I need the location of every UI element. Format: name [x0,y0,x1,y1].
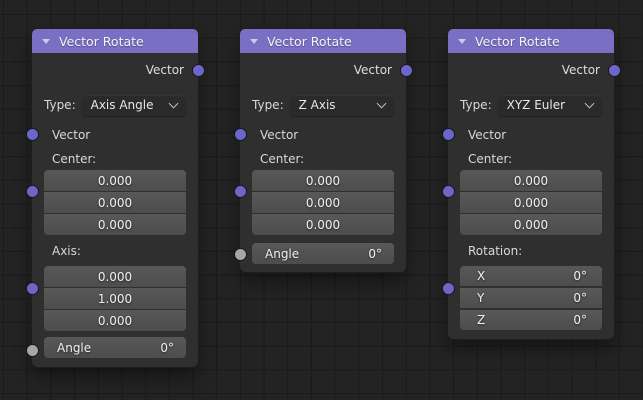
input-vector-row: Vector [240,125,406,145]
input-vector-row: Vector [448,125,614,145]
input-vector-label: Vector [52,128,91,142]
type-label: Type: [460,98,492,112]
angle-value: 0° [368,246,382,261]
center-y-field[interactable]: 0.000 [252,192,394,213]
rotation-x-field[interactable]: X 0° [460,266,602,286]
rotation-label-row: Rotation: [448,241,614,261]
chevron-down-icon [584,98,595,108]
input-socket-center[interactable] [233,185,247,198]
input-socket-vector[interactable] [233,128,247,141]
node-title: Vector Rotate [475,33,560,49]
type-row: Type: Axis Angle [32,94,198,116]
center-y-field[interactable]: 0.000 [460,192,602,213]
type-dropdown[interactable]: Axis Angle [81,94,186,116]
angle-label: Angle [265,246,300,261]
input-vector-label: Vector [468,128,507,142]
center-x-field[interactable]: 0.000 [252,170,394,191]
type-dropdown[interactable]: Z Axis [289,94,394,116]
axis-z-field[interactable]: 0.000 [44,310,186,331]
collapse-triangle-icon[interactable] [458,38,466,44]
rotation-y-value: 0° [573,291,587,305]
input-socket-angle[interactable] [233,248,247,261]
collapse-triangle-icon[interactable] [42,38,50,44]
axis-vector-fields: 0.000 1.000 0.000 [44,266,186,331]
output-label: Vector [145,63,184,77]
input-socket-vector[interactable] [25,128,39,141]
input-socket-center[interactable] [441,185,455,198]
center-x-field[interactable]: 0.000 [460,170,602,191]
rotation-euler-fields: X 0° Y 0° Z 0° [460,266,602,330]
axis-x-field[interactable]: 0.000 [44,266,186,287]
rotation-label: Rotation: [468,244,523,258]
rotation-x-value: 0° [573,269,587,283]
center-label: Center: [260,152,305,166]
node-vector-rotate-axis-angle[interactable]: Vector Rotate Vector Type: Axis Angle Ve… [25,29,205,367]
type-label: Type: [252,98,284,112]
center-vector-fields: 0.000 0.000 0.000 [252,170,394,235]
input-socket-angle[interactable] [25,344,39,357]
output-label: Vector [561,63,600,77]
node-vector-rotate-euler[interactable]: Vector Rotate Vector Type: XYZ Euler Vec… [441,29,621,339]
angle-slider[interactable]: Angle 0° [252,243,394,264]
rotation-z-label: Z [477,313,486,327]
axis-label: Axis: [52,244,81,258]
type-row: Type: XYZ Euler [448,94,614,116]
node-editor-canvas[interactable]: { "colors": { "header": "#7b6fc4", "sock… [0,0,643,400]
axis-y-field[interactable]: 1.000 [44,288,186,309]
center-x-field[interactable]: 0.000 [44,170,186,191]
center-label-row: Center: [32,149,198,169]
node-vector-rotate-z-axis[interactable]: Vector Rotate Vector Type: Z Axis Vector… [233,29,413,272]
center-z-field[interactable]: 0.000 [460,214,602,235]
input-vector-row: Vector [32,125,198,145]
rotation-y-field[interactable]: Y 0° [460,288,602,308]
chevron-down-icon [376,98,387,108]
center-z-field[interactable]: 0.000 [44,214,186,235]
type-dropdown-value: XYZ Euler [506,98,566,112]
input-socket-center[interactable] [25,185,39,198]
node-header[interactable]: Vector Rotate [32,29,198,53]
output-row: Vector [240,59,406,81]
center-label-row: Center: [240,149,406,169]
input-vector-label: Vector [260,128,299,142]
center-label-row: Center: [448,149,614,169]
center-label: Center: [52,152,97,166]
output-row: Vector [32,59,198,81]
output-socket-vector[interactable] [607,63,621,77]
type-row: Type: Z Axis [240,94,406,116]
type-label: Type: [44,98,76,112]
type-dropdown-value: Axis Angle [90,98,154,112]
angle-value: 0° [160,340,174,355]
node-header[interactable]: Vector Rotate [240,29,406,53]
rotation-z-value: 0° [573,313,587,327]
center-y-field[interactable]: 0.000 [44,192,186,213]
angle-slider[interactable]: Angle 0° [44,337,186,358]
output-socket-vector[interactable] [191,63,205,77]
node-header[interactable]: Vector Rotate [448,29,614,53]
rotation-y-label: Y [477,291,485,305]
axis-label-row: Axis: [32,241,198,261]
angle-label: Angle [57,340,92,355]
center-vector-fields: 0.000 0.000 0.000 [44,170,186,235]
node-title: Vector Rotate [59,33,144,49]
collapse-triangle-icon[interactable] [250,38,258,44]
center-label: Center: [468,152,513,166]
node-title: Vector Rotate [267,33,352,49]
input-socket-vector[interactable] [441,128,455,141]
input-socket-rotation[interactable] [441,282,455,295]
output-label: Vector [353,63,392,77]
rotation-x-label: X [477,269,486,283]
chevron-down-icon [168,98,179,108]
type-dropdown[interactable]: XYZ Euler [497,94,602,116]
output-row: Vector [448,59,614,81]
center-z-field[interactable]: 0.000 [252,214,394,235]
rotation-z-field[interactable]: Z 0° [460,310,602,330]
type-dropdown-value: Z Axis [298,98,336,112]
input-socket-axis[interactable] [25,282,39,295]
center-vector-fields: 0.000 0.000 0.000 [460,170,602,235]
output-socket-vector[interactable] [399,63,413,77]
